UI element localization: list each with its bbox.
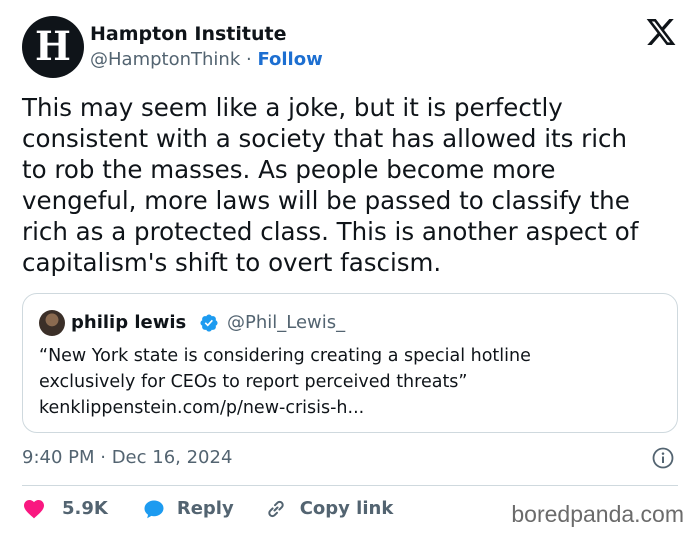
copy-link-button[interactable]: Copy link [264, 496, 394, 522]
tweet-line: vengeful, more laws will be passed to cl… [22, 186, 630, 215]
quoted-author-handle: @Phil_Lewis_ [227, 312, 346, 333]
quoted-author-avatar [39, 310, 65, 336]
copy-link-label: Copy link [299, 498, 394, 519]
link-icon [268, 500, 284, 518]
author-avatar[interactable]: H [22, 16, 84, 78]
reply-bubble-icon [144, 500, 164, 519]
tweet-line: consistent with a society that has allow… [22, 124, 628, 153]
quoted-tweet-text: “New York state is considering creating … [39, 343, 659, 421]
tweet-line: rich as a protected class. This is anoth… [22, 217, 639, 246]
author-handle[interactable]: @HamptonThink [90, 49, 240, 70]
author-handle-row: @HamptonThink · Follow [90, 48, 323, 72]
handle-separator: · [245, 49, 252, 70]
like-count: 5.9K [62, 498, 108, 519]
follow-button[interactable]: Follow [257, 49, 322, 70]
tweet-text: This may seem like a joke, but it is per… [22, 92, 687, 278]
x-logo-icon[interactable] [645, 16, 677, 48]
tweet-line: capitalism's shift to overt fascism. [22, 248, 442, 277]
like-button[interactable]: 5.9K [22, 496, 108, 522]
reply-button[interactable]: Reply [142, 496, 234, 522]
tweet-timestamp[interactable]: 9:40 PM · Dec 16, 2024 [22, 446, 232, 470]
reply-label: Reply [176, 498, 234, 519]
heart-icon [24, 500, 44, 519]
tweet-line: to rob the masses. As people become more [22, 155, 556, 184]
quoted-line: “New York state is considering creating … [39, 346, 531, 366]
quoted-tweet-card[interactable]: philip lewis @Phil_Lewis_ “New York stat… [22, 293, 678, 433]
info-icon[interactable] [651, 446, 675, 470]
verified-badge-icon [200, 314, 218, 332]
avatar-letter: H [35, 23, 71, 70]
tweet-actions: 5.9K Reply Copy link [22, 496, 393, 522]
tweet-line: This may seem like a joke, but it is per… [22, 93, 563, 122]
divider [22, 485, 678, 486]
author-name[interactable]: Hampton Institute [90, 22, 286, 46]
watermark: boredpanda.com [511, 501, 684, 527]
quoted-author-name: philip lewis [71, 312, 187, 333]
quoted-link[interactable]: kenklippenstein.com/p/new-crisis-h... [39, 395, 659, 421]
quoted-line: exclusively for CEOs to report perceived… [39, 372, 468, 392]
